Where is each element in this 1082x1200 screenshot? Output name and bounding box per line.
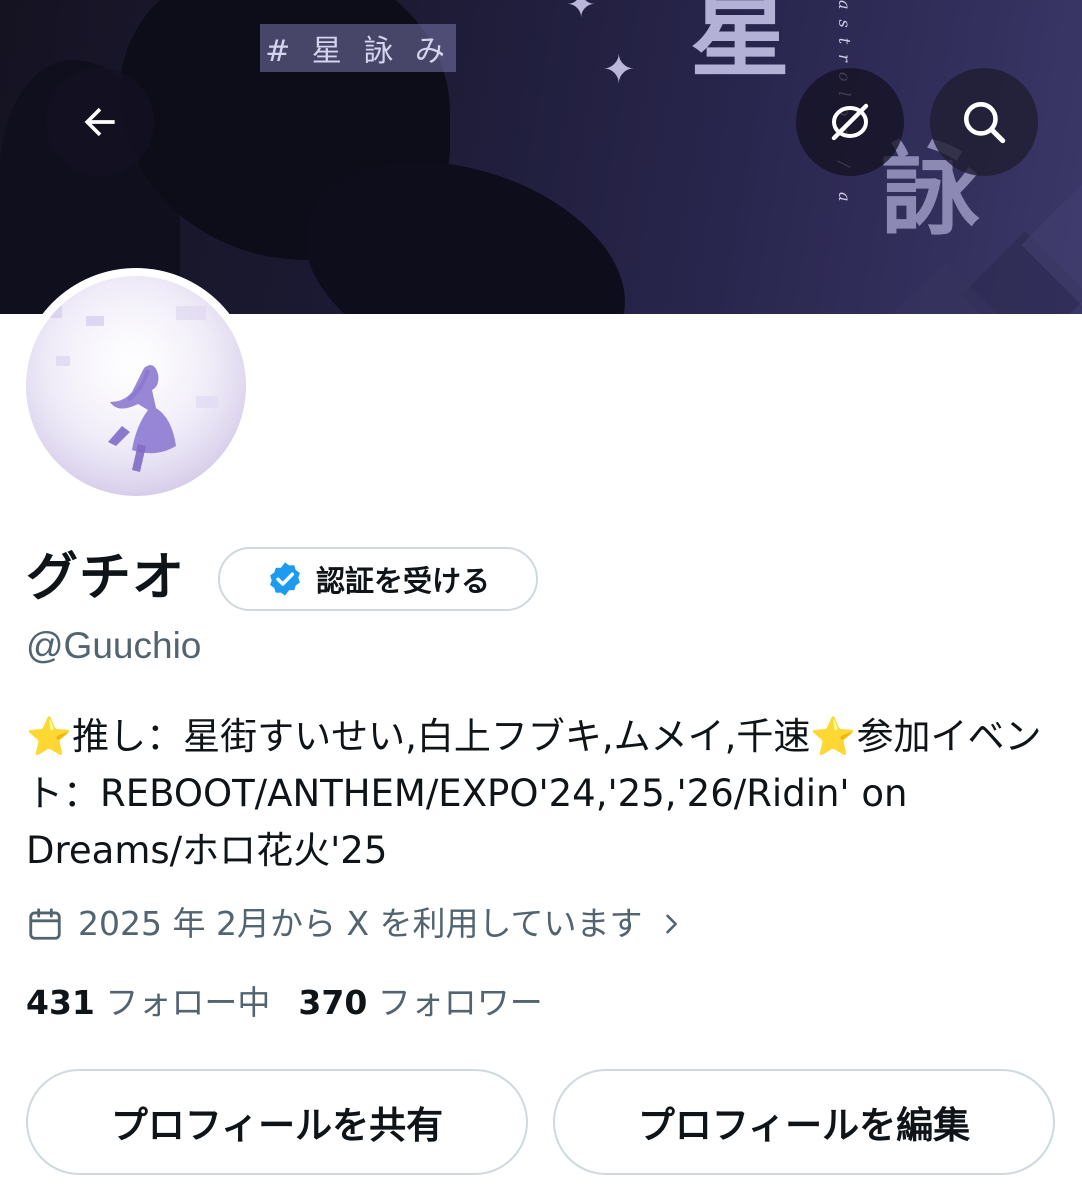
star-emoji-icon: ⭐ <box>26 715 73 758</box>
get-verified-label: 認証を受ける <box>315 564 490 598</box>
followers-count: 370 <box>298 983 368 1022</box>
edit-profile-label: プロフィールを編集 <box>637 1104 971 1147</box>
back-button[interactable] <box>46 68 154 176</box>
following-label: フォロー中 <box>105 983 271 1022</box>
search-icon <box>964 102 1006 144</box>
join-date-text: 2025 年 2月から X を利用しています <box>78 904 643 943</box>
get-verified-button[interactable]: 認証を受ける <box>218 547 538 611</box>
avatar-image <box>26 276 246 496</box>
calendar-icon <box>29 908 61 940</box>
visibility-toggle-button[interactable] <box>796 68 904 176</box>
banner-title-char: 星 <box>690 0 790 91</box>
chevron-right-icon <box>665 914 677 934</box>
share-profile-button[interactable]: プロフィールを共有 <box>26 1069 528 1175</box>
share-profile-label: プロフィールを共有 <box>110 1104 444 1147</box>
followers-label: フォロワー <box>377 983 543 1022</box>
sparkle-icon: ✦ <box>602 47 636 93</box>
join-date-link[interactable]: 2025 年 2月から X を利用しています <box>26 898 685 950</box>
edit-profile-button[interactable]: プロフィールを編集 <box>553 1069 1055 1175</box>
followers-link[interactable]: 370 フォロワー <box>298 983 542 1022</box>
follow-stats: 431 フォロー中 370 フォロワー <box>26 978 543 1028</box>
user-handle: @Guuchio <box>26 625 202 666</box>
search-button[interactable] <box>930 68 1038 176</box>
banner-hashtag: # 星 詠 み <box>260 24 456 72</box>
bio-text-favorites: 推し：星街すいせい,白上フブキ,ムメイ,千速 <box>72 715 811 758</box>
avatar-silhouette <box>26 276 246 496</box>
arrow-left-icon <box>84 107 115 137</box>
star-emoji-icon: ⭐ <box>810 715 857 758</box>
profile-banner[interactable]: # 星 詠 み ✦ ✦ 星 詠 astrolog / a <box>0 0 1082 314</box>
following-link[interactable]: 431 フォロー中 <box>26 983 270 1022</box>
following-count: 431 <box>26 983 95 1022</box>
eye-off-icon <box>831 103 869 141</box>
avatar[interactable] <box>18 268 254 504</box>
display-name: グチオ <box>26 548 186 608</box>
verified-badge-icon <box>270 562 300 596</box>
sparkle-icon: ✦ <box>566 0 597 26</box>
profile-bio: ⭐推し：星街すいせい,白上フブキ,ムメイ,千速⭐参加イベント：REBOOT/AN… <box>26 708 1062 879</box>
